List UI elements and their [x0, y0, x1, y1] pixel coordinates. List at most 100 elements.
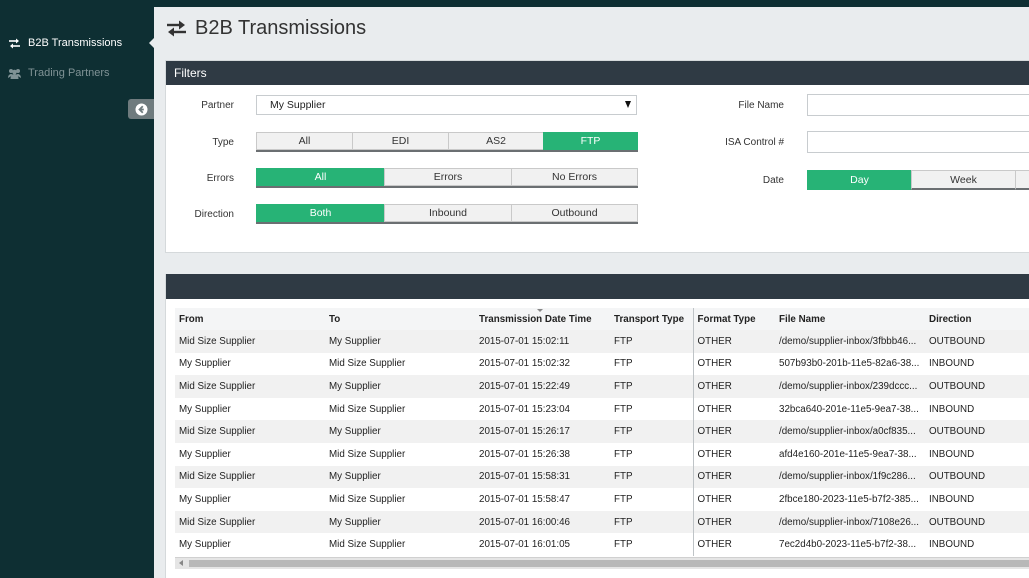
collapse-sidebar-button[interactable] — [128, 99, 154, 119]
table-row[interactable]: Mid Size Supplier My Supplier 2015-07-01 1… — [175, 510, 1029, 534]
table-row[interactable]: Mid Size Supplier My Supplier 2015-07-01 1… — [175, 420, 1029, 443]
cell-transmission-date-time: 2015-07-01 15:02:11 — [475, 330, 610, 353]
cell-to: Mid Size Supplier — [325, 352, 475, 376]
cell-transport-type: FTP — [610, 465, 693, 489]
cell-direction: OUTBOUND — [925, 420, 1029, 443]
errors-option-errors[interactable]: Errors — [384, 168, 511, 186]
cell-from: Mid Size Supplier — [175, 510, 325, 534]
cell-format-type: OTHER — [692, 375, 775, 398]
cell-to: My Supplier — [325, 510, 475, 534]
cell-from: My Supplier — [175, 442, 325, 466]
column-header-direction[interactable]: Direction — [925, 308, 1029, 330]
type-option-all[interactable]: All — [256, 132, 352, 150]
cell-file-name: /demo/supplier-inbox/7108e26... — [775, 510, 925, 534]
sidebar-item-trading-partners[interactable]: Trading Partners — [0, 59, 154, 87]
cell-file-name: /demo/supplier-inbox/a0cf835... — [775, 420, 925, 443]
transmissions-table: From To Transmission Date Time Transport… — [175, 308, 1029, 556]
column-header-transmission-date-time[interactable]: Transmission Date Time — [475, 308, 610, 330]
cell-to: My Supplier — [325, 375, 475, 398]
isa-control-input[interactable] — [807, 131, 1029, 153]
filters-heading: Filters — [166, 61, 1029, 85]
date-option-week[interactable]: Week — [911, 170, 1015, 190]
cell-to: My Supplier — [325, 465, 475, 489]
cell-transmission-date-time: 2015-07-01 15:26:17 — [475, 420, 610, 443]
cell-transmission-date-time: 2015-07-01 15:58:31 — [475, 465, 610, 489]
dropdown-arrow-icon — [625, 101, 631, 108]
scrollbar-thumb[interactable] — [189, 560, 1029, 567]
table-row[interactable]: My Supplier Mid Size Supplier 2015-07-01 1… — [175, 488, 1029, 511]
table-row[interactable]: Mid Size Supplier My Supplier 2015-07-01 1… — [175, 330, 1029, 353]
cell-from: Mid Size Supplier — [175, 420, 325, 443]
cell-transmission-date-time: 2015-07-01 15:26:38 — [475, 442, 610, 466]
cell-from: Mid Size Supplier — [175, 465, 325, 489]
table-row[interactable]: My Supplier Mid Size Supplier 2015-07-01 1… — [175, 397, 1029, 421]
direction-option-outbound[interactable]: Outbound — [511, 204, 638, 222]
date-segmented-control: Day Week — [807, 170, 1029, 190]
type-option-as2[interactable]: AS2 — [448, 132, 543, 150]
cell-file-name: afd4e160-201e-11e5-9ea7-38... — [775, 442, 925, 466]
table-row[interactable]: My Supplier Mid Size Supplier 2015-07-01 1… — [175, 352, 1029, 376]
cell-direction: OUTBOUND — [925, 375, 1029, 398]
cell-file-name: 2fbce180-2023-11e5-b7f2-385... — [775, 488, 925, 511]
cell-file-name: /demo/supplier-inbox/239dccc... — [775, 375, 925, 398]
cell-direction: OUTBOUND — [925, 465, 1029, 489]
cell-transmission-date-time: 2015-07-01 15:58:47 — [475, 488, 610, 511]
cell-transmission-date-time: 2015-07-01 15:23:04 — [475, 397, 610, 421]
column-header-file-name[interactable]: File Name — [775, 308, 925, 330]
table-header-row: From To Transmission Date Time Transport… — [175, 308, 1029, 330]
direction-option-inbound[interactable]: Inbound — [384, 204, 511, 222]
scroll-left-arrow-icon[interactable] — [179, 560, 183, 566]
cell-format-type: OTHER — [692, 442, 775, 466]
column-header-transport-type[interactable]: Transport Type — [610, 308, 693, 330]
cell-transport-type: FTP — [610, 330, 693, 353]
cell-from: My Supplier — [175, 533, 325, 556]
errors-option-all[interactable]: All — [256, 168, 384, 186]
date-label: Date — [762, 175, 784, 186]
page-title-text: B2B Transmissions — [195, 16, 367, 39]
cell-file-name: 507b93b0-201b-11e5-82a6-38... — [775, 352, 925, 376]
cell-from: My Supplier — [175, 488, 325, 511]
transmissions-panel: From To Transmission Date Time Transport… — [165, 274, 1029, 578]
sidebar-item-b2b-transmissions[interactable]: B2B Transmissions — [0, 29, 154, 57]
cell-format-type: OTHER — [692, 510, 775, 534]
horizontal-scrollbar[interactable] — [175, 557, 1029, 569]
cell-from: My Supplier — [175, 352, 325, 376]
cell-format-type: OTHER — [692, 465, 775, 489]
top-bar — [0, 0, 1029, 7]
cell-transmission-date-time: 2015-07-01 16:01:05 — [475, 533, 610, 556]
cell-transmission-date-time: 2015-07-01 15:22:49 — [475, 375, 610, 398]
table-row[interactable]: Mid Size Supplier My Supplier 2015-07-01 1… — [175, 465, 1029, 489]
cell-to: Mid Size Supplier — [325, 397, 475, 421]
direction-label: Direction — [194, 209, 234, 220]
column-header-format-type[interactable]: Format Type — [692, 308, 775, 330]
errors-label: Errors — [206, 173, 234, 184]
filters-panel: Filters Partner My Supplier Type All EDI… — [165, 60, 1029, 253]
cell-transmission-date-time: 2015-07-01 15:02:32 — [475, 352, 610, 376]
file-name-label: File Name — [738, 100, 784, 111]
cell-transport-type: FTP — [610, 510, 693, 534]
table-row[interactable]: Mid Size Supplier My Supplier 2015-07-01 1… — [175, 375, 1029, 398]
column-header-label: Transmission Date Time — [479, 313, 592, 325]
cell-format-type: OTHER — [692, 352, 775, 376]
transmissions-panel-header — [166, 274, 1029, 299]
cell-transport-type: FTP — [610, 352, 693, 376]
errors-option-no-errors[interactable]: No Errors — [511, 168, 638, 186]
cell-format-type: OTHER — [692, 330, 775, 353]
cell-to: Mid Size Supplier — [325, 488, 475, 511]
date-option-day[interactable]: Day — [807, 170, 911, 190]
table-row[interactable]: My Supplier Mid Size Supplier 2015-07-01 1… — [175, 533, 1029, 556]
type-option-edi[interactable]: EDI — [352, 132, 448, 150]
sidebar-item-label: Trading Partners — [28, 67, 110, 79]
column-header-to[interactable]: To — [325, 308, 475, 330]
direction-option-both[interactable]: Both — [256, 204, 384, 222]
column-header-from[interactable]: From — [175, 308, 325, 330]
table-row[interactable]: My Supplier Mid Size Supplier 2015-07-01 1… — [175, 442, 1029, 466]
type-option-ftp[interactable]: FTP — [543, 132, 638, 150]
cell-from: Mid Size Supplier — [175, 330, 325, 353]
file-name-input[interactable] — [807, 94, 1029, 116]
cell-file-name: 32bca640-201e-11e5-9ea7-38... — [775, 397, 925, 421]
cell-format-type: OTHER — [692, 420, 775, 443]
partner-select[interactable]: My Supplier — [256, 95, 637, 115]
date-option-more[interactable] — [1015, 170, 1029, 190]
cell-to: Mid Size Supplier — [325, 533, 475, 556]
